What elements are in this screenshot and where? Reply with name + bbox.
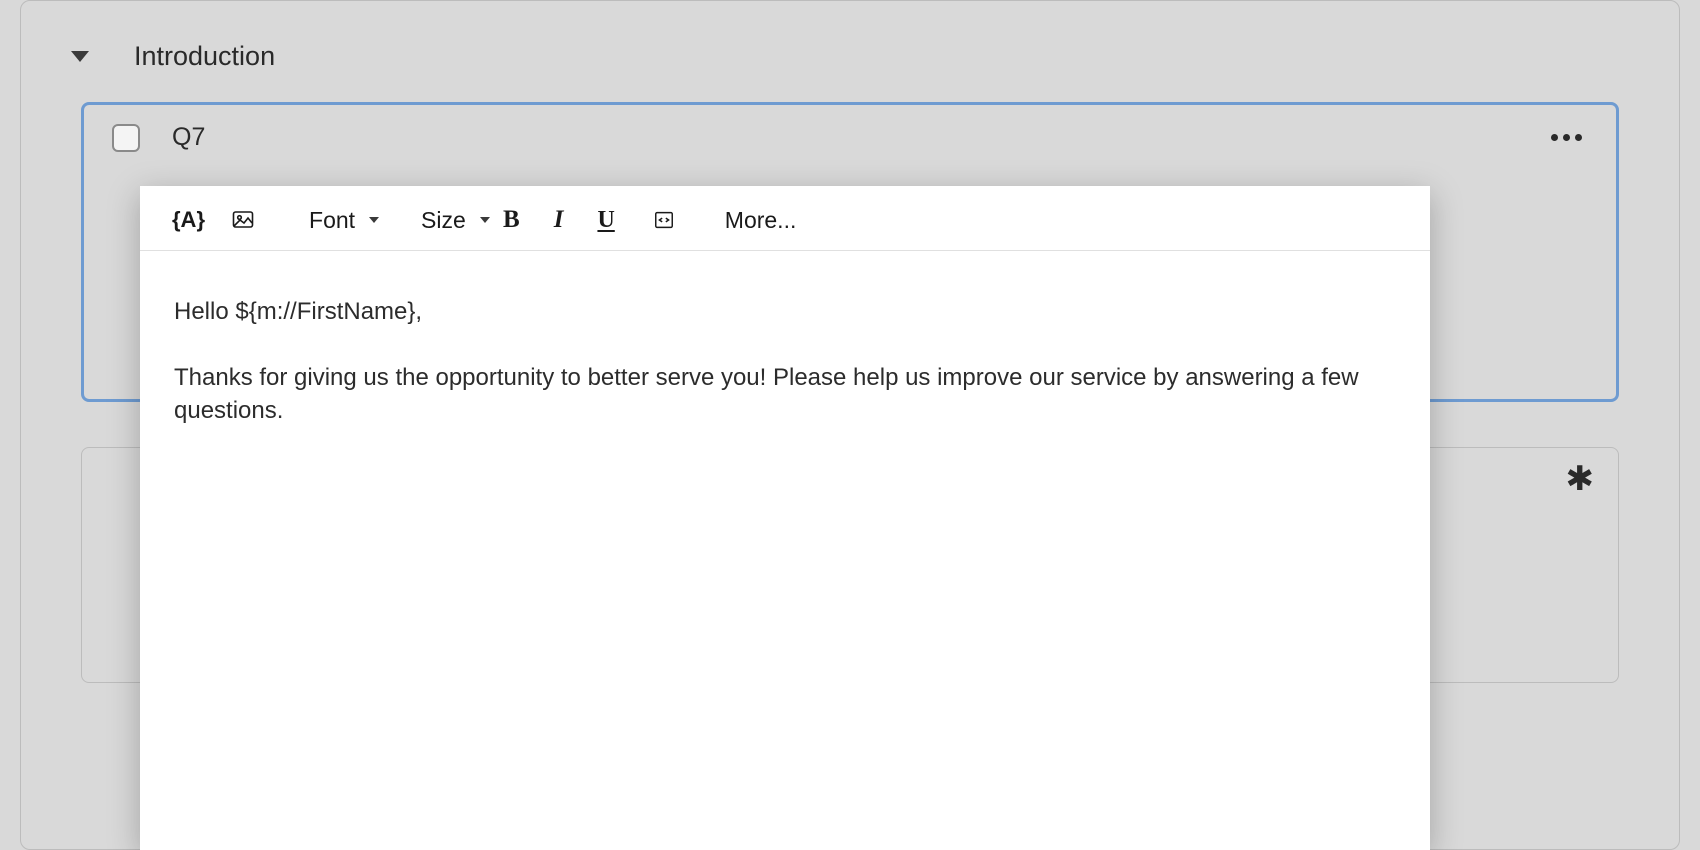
editor-paragraph: Thanks for giving us the opportunity to … xyxy=(174,361,1396,428)
font-dropdown-label: Font xyxy=(309,207,355,234)
source-button[interactable] xyxy=(645,207,683,233)
question-header: Q7 xyxy=(84,105,1616,164)
more-button[interactable]: More... xyxy=(717,205,805,236)
more-icon xyxy=(1551,134,1558,141)
piped-text-button[interactable]: {A} xyxy=(164,205,213,235)
source-icon xyxy=(653,209,675,231)
italic-button[interactable]: I xyxy=(546,204,572,236)
more-icon xyxy=(1575,134,1582,141)
image-icon xyxy=(231,208,255,232)
size-dropdown-label: Size xyxy=(421,207,466,234)
insert-image-button[interactable] xyxy=(223,206,263,234)
question-more-menu[interactable] xyxy=(1545,128,1588,147)
section-title: Introduction xyxy=(134,41,275,72)
rich-text-editor: {A} Font Size B I U More... xyxy=(140,186,1430,850)
more-icon xyxy=(1563,134,1570,141)
question-select-checkbox[interactable] xyxy=(112,124,140,152)
editor-content-area[interactable]: Hello ${m://FirstName}, Thanks for givin… xyxy=(140,251,1430,850)
size-dropdown[interactable]: Size xyxy=(413,205,471,236)
section-header: Introduction xyxy=(21,41,1679,72)
collapse-toggle[interactable] xyxy=(71,51,89,62)
chevron-down-icon xyxy=(369,217,379,223)
underline-button[interactable]: U xyxy=(589,205,622,236)
chevron-down-icon xyxy=(480,217,490,223)
question-label: Q7 xyxy=(172,123,205,152)
editor-paragraph: Hello ${m://FirstName}, xyxy=(174,295,1396,329)
editor-toolbar: {A} Font Size B I U More... xyxy=(140,186,1430,251)
bold-button[interactable]: B xyxy=(495,204,528,236)
font-dropdown[interactable]: Font xyxy=(301,205,391,236)
required-icon: ✱ xyxy=(1566,462,1595,496)
